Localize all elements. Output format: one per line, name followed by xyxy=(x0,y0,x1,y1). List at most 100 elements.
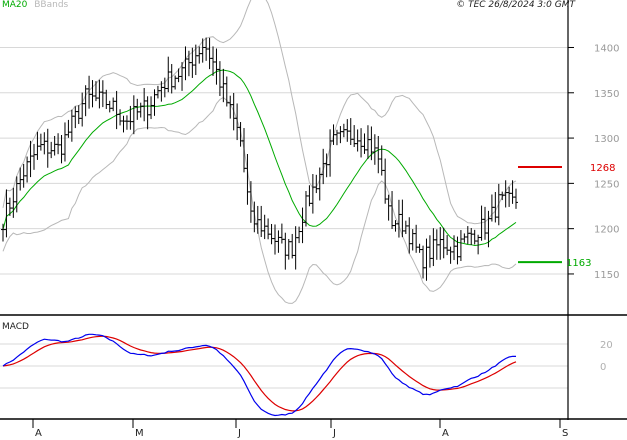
price-bar xyxy=(42,132,47,155)
price-bar xyxy=(359,128,364,158)
price-bar xyxy=(21,163,26,188)
price-bar xyxy=(197,46,202,64)
price-bar xyxy=(231,92,236,131)
price-bar xyxy=(80,92,85,127)
price-bar xyxy=(403,220,408,235)
price-bar xyxy=(76,105,81,125)
price-bar xyxy=(66,119,71,138)
y-tick-label: 1300 xyxy=(594,134,619,145)
price-bar xyxy=(124,115,129,130)
x-tick-label: A xyxy=(35,428,42,439)
price-bar xyxy=(279,223,284,244)
signal-line xyxy=(2,335,517,412)
price-bar xyxy=(338,126,343,144)
price-bar xyxy=(35,131,40,160)
x-tick-label: S xyxy=(562,428,568,439)
price-bar xyxy=(25,156,30,183)
price-bar xyxy=(255,205,260,234)
price-bar xyxy=(135,98,140,120)
macd-line xyxy=(2,333,517,417)
price-bar xyxy=(56,133,61,155)
price-bar xyxy=(469,228,474,245)
price-bar xyxy=(149,96,154,120)
y-tick-label: 1200 xyxy=(594,225,619,236)
price-bar xyxy=(211,46,216,76)
price-bar xyxy=(111,97,116,112)
price-bar xyxy=(83,85,88,117)
price-bar xyxy=(93,81,98,102)
chart-canvas: 1268 1163 1400 1350 1300 1250 1200 1150 20 0 A M J J A… xyxy=(0,0,627,439)
price-bar xyxy=(73,106,78,129)
price-bar xyxy=(52,135,57,156)
price-bar xyxy=(193,44,198,76)
price-bar xyxy=(372,134,377,165)
price-bar xyxy=(396,199,401,238)
axis-labels: 1268 1163 1400 1350 1300 1250 1200 1150 20 0 A M J J A… xyxy=(35,43,619,439)
price-bar xyxy=(417,243,422,253)
price-bar xyxy=(97,79,102,109)
price-bar xyxy=(448,246,453,264)
price-bar xyxy=(431,228,436,267)
price-bar xyxy=(166,56,171,93)
price-bar xyxy=(173,75,178,90)
price-bar xyxy=(427,235,432,268)
level-label-1268: 1268 xyxy=(590,163,615,174)
y-tick-label: 1400 xyxy=(594,43,619,54)
x-tick-label: A xyxy=(442,428,449,439)
price-bar xyxy=(462,233,467,243)
price-bar xyxy=(352,125,357,148)
price-bar xyxy=(307,185,312,207)
price-bar xyxy=(59,135,64,164)
price-bar xyxy=(38,133,43,151)
price-bar xyxy=(362,133,367,154)
price-bar xyxy=(434,229,439,260)
price-bar xyxy=(235,103,240,141)
price-bar xyxy=(49,141,54,159)
price-bar xyxy=(221,68,226,103)
bband-upper xyxy=(2,0,517,225)
price-bar xyxy=(262,214,267,240)
x-tick-label: J xyxy=(332,428,336,439)
price-bar xyxy=(293,226,298,270)
price-bar xyxy=(496,183,501,226)
price-bar xyxy=(186,50,191,77)
price-bar xyxy=(441,227,446,259)
price-bar xyxy=(259,205,264,238)
price-bar xyxy=(489,194,494,222)
price-bar xyxy=(269,223,274,245)
price-bar xyxy=(383,158,388,204)
bollinger-bands xyxy=(2,0,517,304)
price-bar xyxy=(507,186,512,207)
price-bar xyxy=(310,174,315,214)
macd-tick-label: 20 xyxy=(600,340,613,351)
price-bar xyxy=(290,233,295,259)
y-tick-label: 1150 xyxy=(594,270,619,281)
legend-ma20: MA20 xyxy=(2,0,28,10)
legend-bbands: BBands xyxy=(34,0,69,10)
price-bar xyxy=(300,207,305,244)
price-bar xyxy=(169,64,174,94)
x-tick-label: M xyxy=(135,428,144,439)
price-bar xyxy=(100,80,105,108)
y-tick-label: 1250 xyxy=(594,179,619,190)
price-bar xyxy=(472,229,477,245)
price-bar xyxy=(410,229,415,251)
price-bar xyxy=(438,227,443,260)
price-bar xyxy=(200,38,205,63)
bband-lower xyxy=(2,96,517,304)
price-bar xyxy=(214,48,219,85)
price-bar xyxy=(131,95,136,135)
price-levels xyxy=(518,166,562,264)
price-bar xyxy=(348,118,353,146)
price-bar xyxy=(341,123,346,138)
price-bar xyxy=(155,85,160,99)
price-bar xyxy=(242,128,247,173)
price-bar xyxy=(207,37,212,70)
price-bar xyxy=(334,129,339,146)
price-bar xyxy=(145,96,150,130)
price-bar xyxy=(31,143,36,170)
price-bar xyxy=(1,223,5,242)
price-bar xyxy=(121,115,126,133)
price-bar xyxy=(500,191,505,201)
price-bar xyxy=(152,89,157,116)
